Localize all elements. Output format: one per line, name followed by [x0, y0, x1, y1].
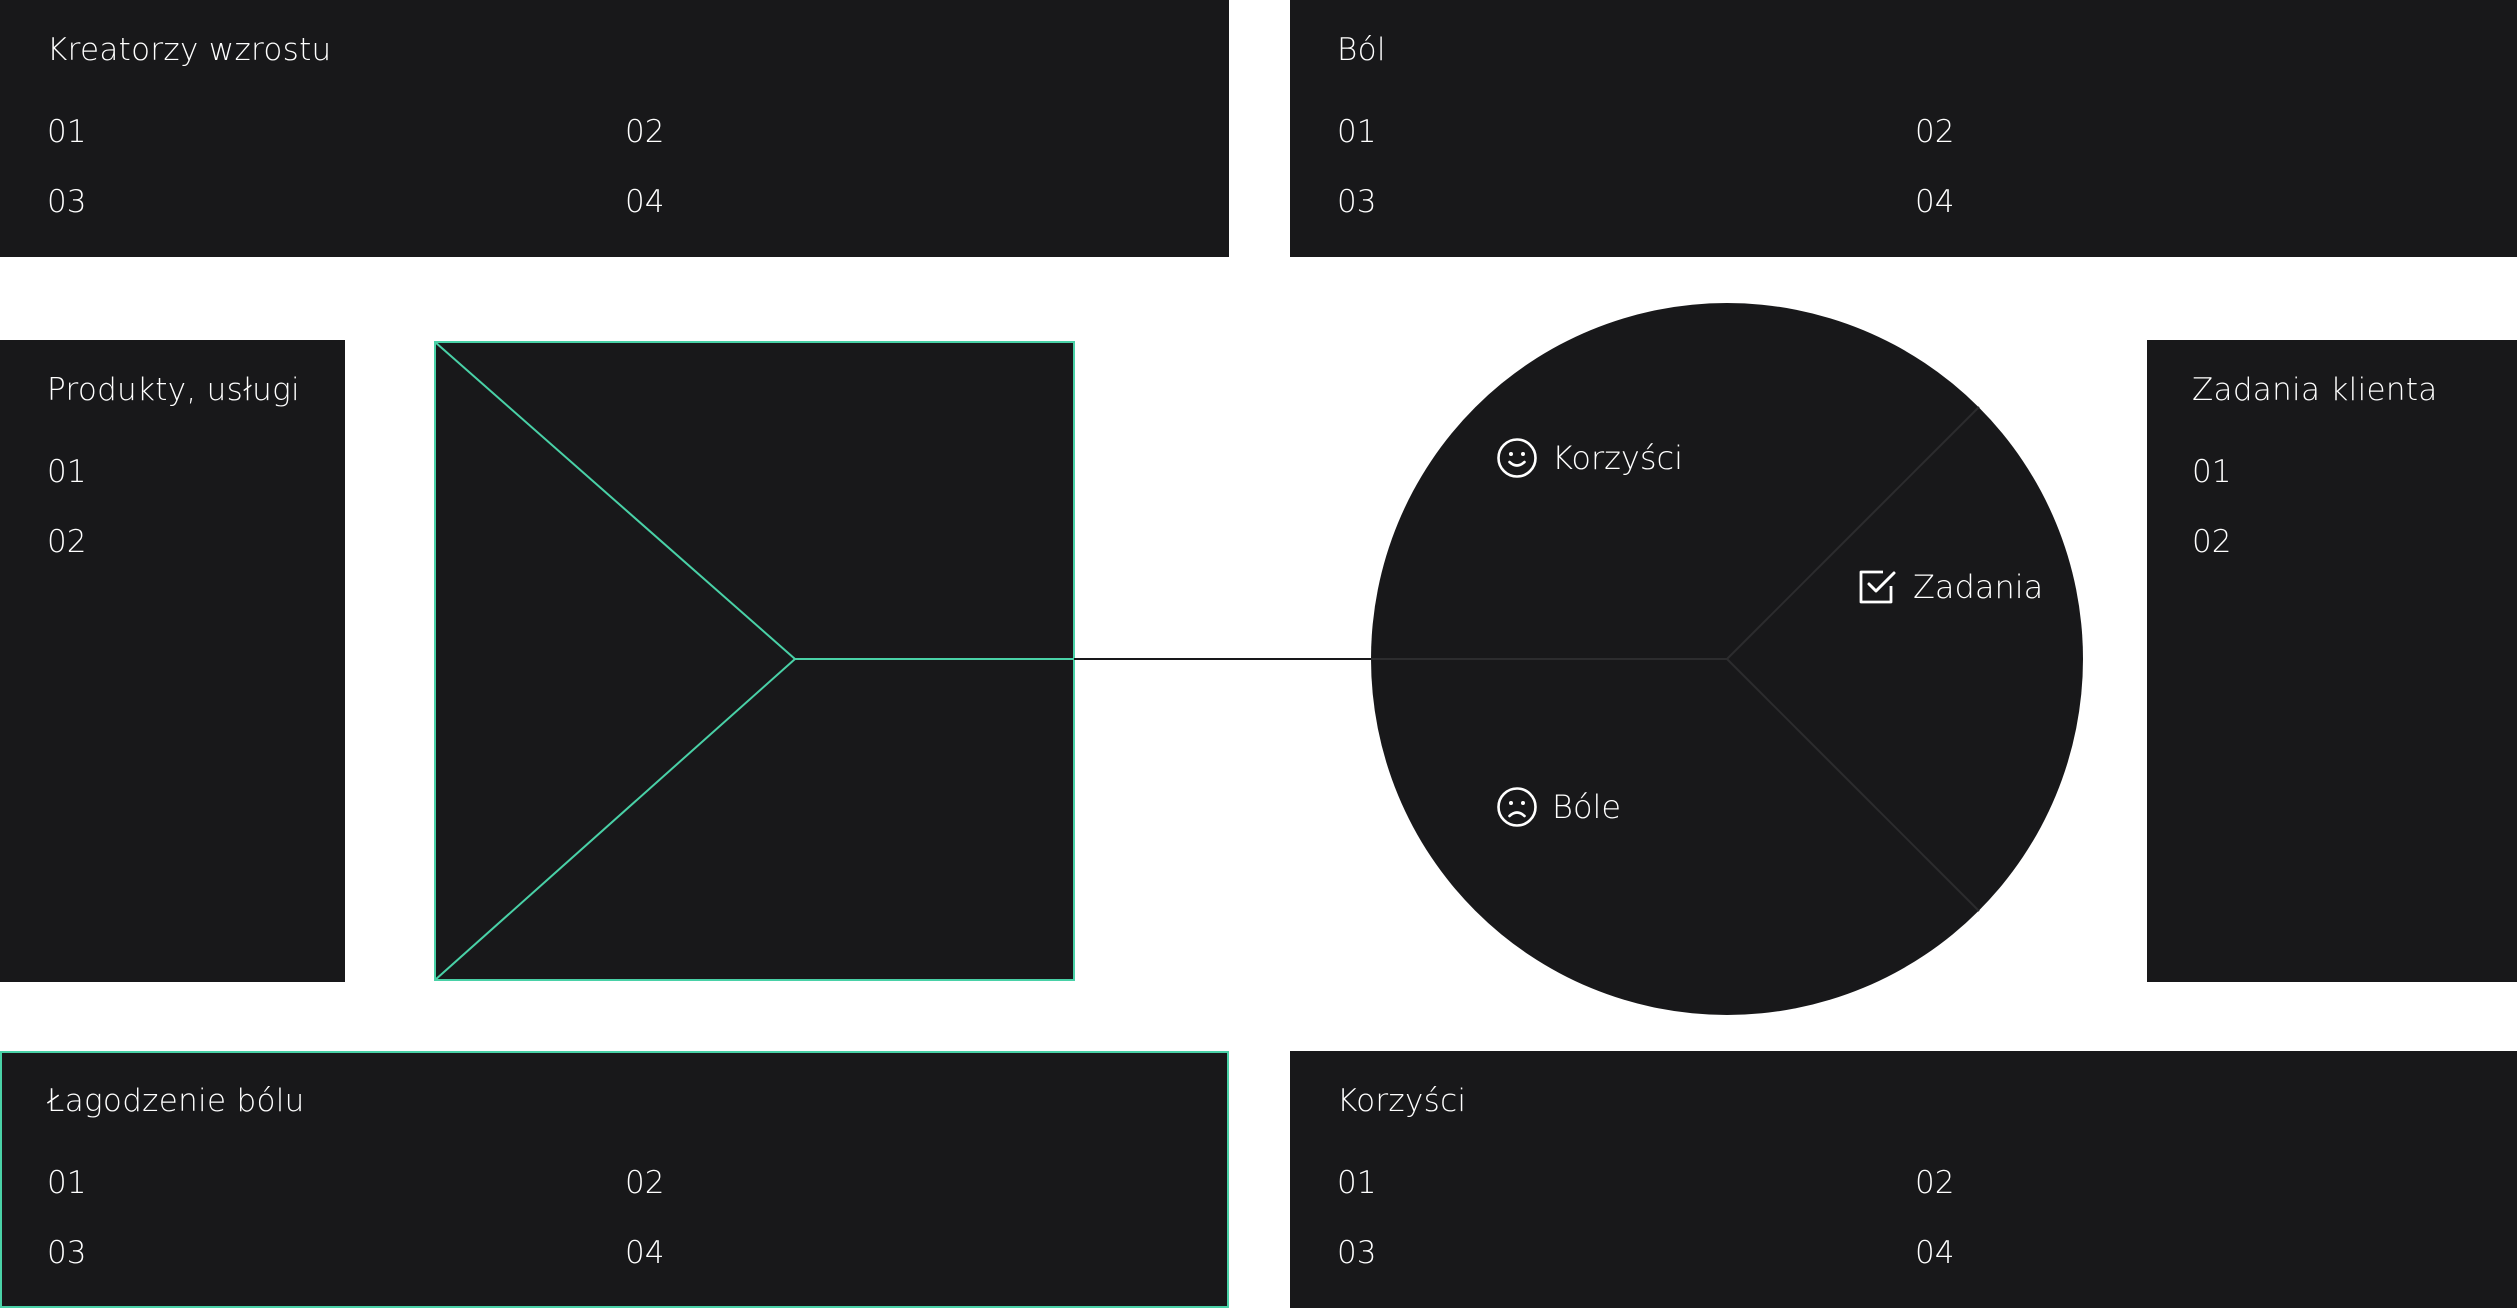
list-item: 03 — [1337, 184, 1377, 220]
value-map-square — [434, 341, 1075, 981]
list-item: 01 — [47, 114, 87, 150]
panel-title: Korzyści — [1337, 1083, 1467, 1119]
panel-title: Zadania klienta — [2192, 372, 2438, 408]
jobs-segment-text: Zadania — [1913, 568, 2044, 606]
smile-icon — [1497, 438, 1537, 478]
list-item: 04 — [1915, 184, 1955, 220]
customer-jobs-panel: Zadania klienta 01 02 — [2147, 340, 2517, 982]
list-item: 02 — [625, 1165, 665, 1201]
list-item: 02 — [2192, 524, 2232, 560]
pains-segment-label: Bóle — [1496, 786, 1621, 828]
checkbox-icon — [1859, 570, 1896, 604]
list-item: 04 — [625, 184, 665, 220]
list-item: 01 — [47, 1165, 87, 1201]
pain-relievers-panel: Łagodzenie bólu 01 02 03 04 — [0, 1051, 1229, 1308]
jobs-segment-label: Zadania — [1857, 566, 2043, 608]
panel-title: Łagodzenie bólu — [47, 1083, 305, 1119]
list-item: 04 — [1915, 1235, 1955, 1271]
list-item: 01 — [1337, 1165, 1377, 1201]
products-services-panel: Produkty, usługi 01 02 — [0, 340, 345, 982]
list-item: 01 — [1337, 114, 1377, 150]
list-item: 02 — [1915, 1165, 1955, 1201]
panel-title: Kreatorzy wzrostu — [47, 32, 332, 68]
list-item: 02 — [625, 114, 665, 150]
pain-panel: Ból 01 02 03 04 — [1290, 0, 2517, 257]
list-item: 01 — [47, 454, 87, 490]
pains-segment-text: Bóle — [1552, 788, 1622, 826]
panel-title: Ból — [1337, 32, 1386, 68]
frown-icon — [1497, 787, 1537, 827]
list-item: 03 — [47, 1235, 87, 1271]
panel-title: Produkty, usługi — [47, 372, 300, 408]
gains-segment-label: Korzyści — [1496, 437, 1683, 479]
gains-segment-text: Korzyści — [1552, 439, 1684, 477]
list-item: 03 — [47, 184, 87, 220]
list-item: 01 — [2192, 454, 2232, 490]
list-item: 02 — [47, 524, 87, 560]
gains-panel: Korzyści 01 02 03 04 — [1290, 1051, 2517, 1308]
list-item: 03 — [1337, 1235, 1377, 1271]
growth-creators-panel: Kreatorzy wzrostu 01 02 03 04 — [0, 0, 1229, 257]
list-item: 02 — [1915, 114, 1955, 150]
list-item: 04 — [625, 1235, 665, 1271]
